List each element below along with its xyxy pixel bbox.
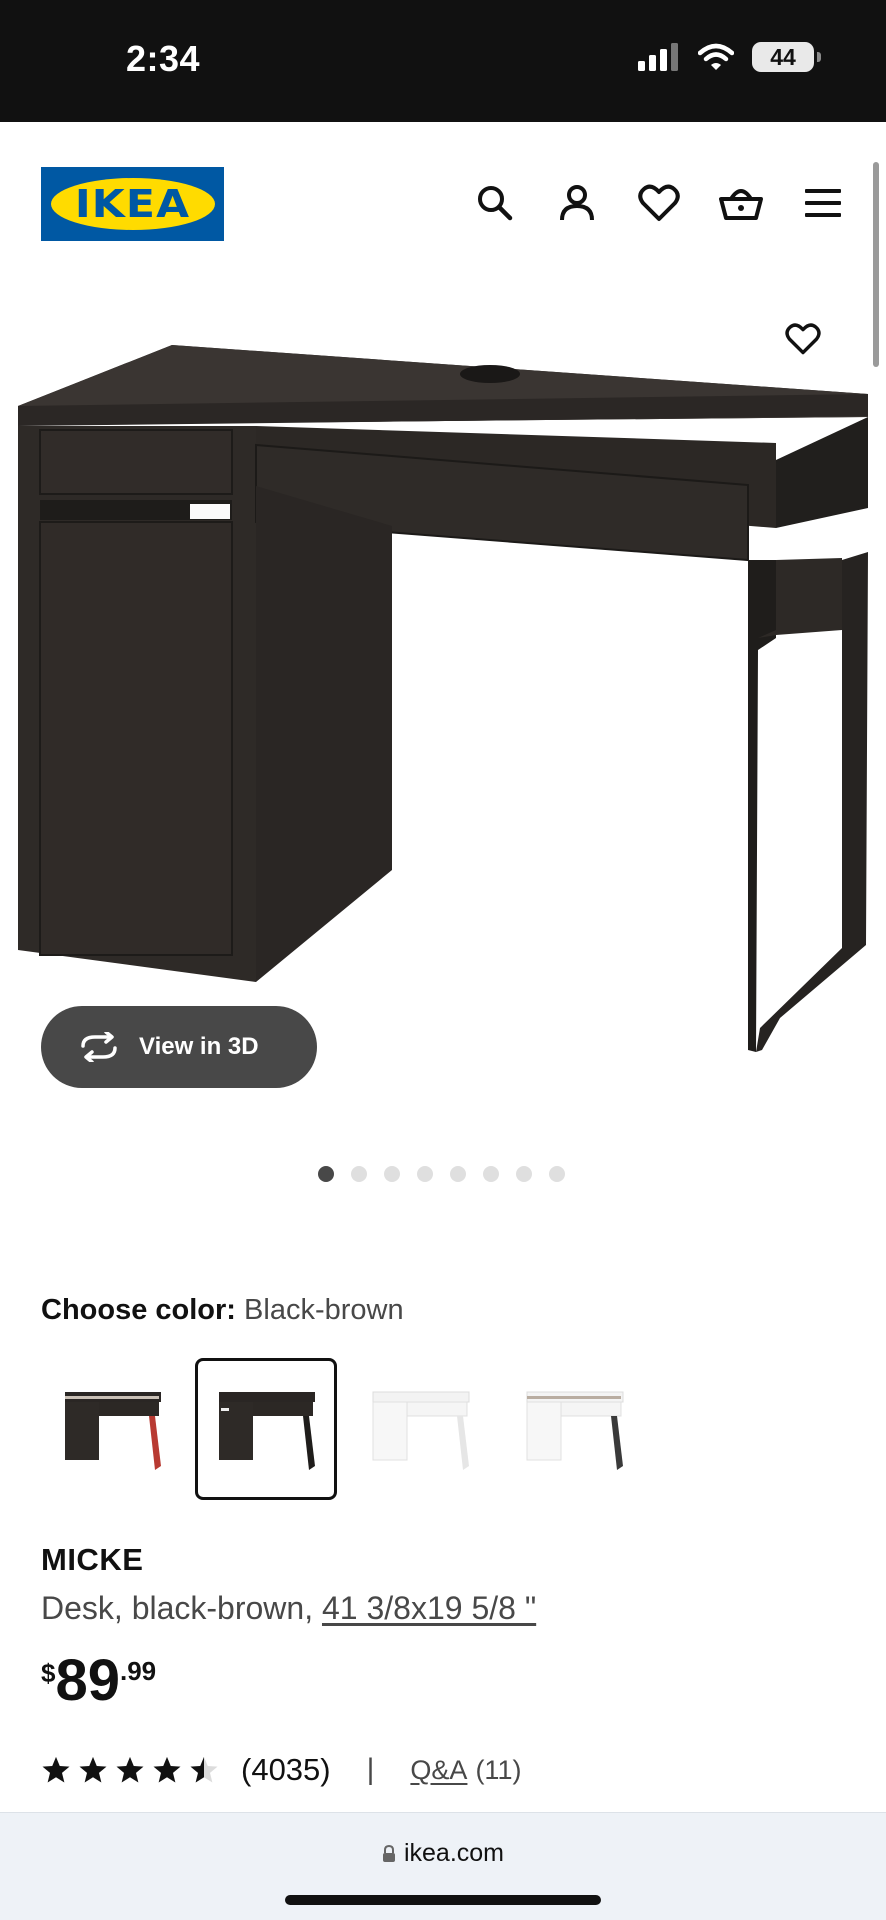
rating-row: (4035) | Q&A (11) (41, 1750, 521, 1790)
home-indicator[interactable] (285, 1895, 601, 1905)
price-integer: 89 (55, 1648, 120, 1713)
product-price: $ 89 .99 (41, 1652, 156, 1710)
signal-icon (638, 43, 678, 71)
separator: | (366, 1753, 375, 1786)
battery-level: 44 (770, 43, 796, 70)
product-name: MICKE (41, 1542, 144, 1577)
selected-color-value: Black-brown (244, 1294, 404, 1326)
pagination-dot[interactable] (516, 1166, 532, 1182)
menu-icon[interactable] (800, 180, 846, 226)
price-currency: $ (41, 1658, 56, 1688)
logo-text: IKEA (74, 182, 191, 226)
logo-oval: IKEA (50, 178, 215, 230)
star-rating[interactable] (41, 1755, 219, 1785)
user-icon[interactable] (554, 180, 600, 226)
url-display[interactable]: ikea.com (0, 1839, 886, 1868)
review-count[interactable]: (4035) (241, 1752, 331, 1788)
browser-url-bar[interactable]: ikea.com (0, 1812, 886, 1920)
status-time: 2:34 (126, 38, 201, 79)
product-description: Desk, black-brown, 41 3/8x19 5/8 " (41, 1590, 536, 1627)
price-decimal: .99 (119, 1656, 157, 1686)
image-pagination (318, 1166, 565, 1182)
color-swatch-white[interactable] (349, 1358, 491, 1500)
status-icons: 44 (638, 42, 821, 72)
battery-icon: 44 (752, 42, 821, 72)
pagination-dot[interactable] (549, 1166, 565, 1182)
pagination-dot[interactable] (417, 1166, 433, 1182)
view-in-3d-button[interactable]: View in 3D (41, 1006, 317, 1088)
basket-icon[interactable] (718, 180, 764, 226)
favorites-icon[interactable] (636, 180, 682, 226)
color-swatch-white-anthracite[interactable] (503, 1358, 645, 1500)
star-icon (116, 1756, 144, 1783)
color-selection-text: Choose color: Black-brown (41, 1294, 404, 1327)
save-to-favorites-button[interactable] (780, 316, 826, 362)
rotate-3d-icon (81, 1032, 117, 1062)
star-icon (153, 1756, 181, 1783)
search-icon[interactable] (472, 180, 518, 226)
pagination-dot[interactable] (351, 1166, 367, 1182)
star-icon (79, 1756, 107, 1783)
star-icon (42, 1756, 70, 1783)
ikea-logo[interactable]: IKEA (41, 167, 224, 241)
half-star-icon (190, 1756, 218, 1783)
measurement-link[interactable]: 41 3/8x19 5/8 " (322, 1590, 536, 1626)
lock-icon (382, 1844, 395, 1862)
pagination-dot[interactable] (384, 1166, 400, 1182)
qa-link[interactable]: Q&A (410, 1755, 467, 1786)
choose-color-label: Choose color: (41, 1294, 236, 1326)
site-header: IKEA (0, 122, 886, 282)
pagination-dot[interactable] (318, 1166, 334, 1182)
wifi-icon (698, 43, 734, 70)
color-swatches (41, 1358, 645, 1500)
product-image[interactable] (0, 300, 886, 1080)
qa-count: (11) (475, 1754, 522, 1785)
color-swatch-black-brown-red[interactable] (41, 1358, 183, 1500)
pagination-dot[interactable] (483, 1166, 499, 1182)
product-description-text: Desk, black-brown, (41, 1590, 322, 1626)
view-in-3d-label: View in 3D (139, 1033, 259, 1060)
status-bar: 2:34 44 (0, 0, 886, 122)
url-text: ikea.com (403, 1839, 505, 1867)
pagination-dot[interactable] (450, 1166, 466, 1182)
color-swatch-black-brown[interactable] (195, 1358, 337, 1500)
